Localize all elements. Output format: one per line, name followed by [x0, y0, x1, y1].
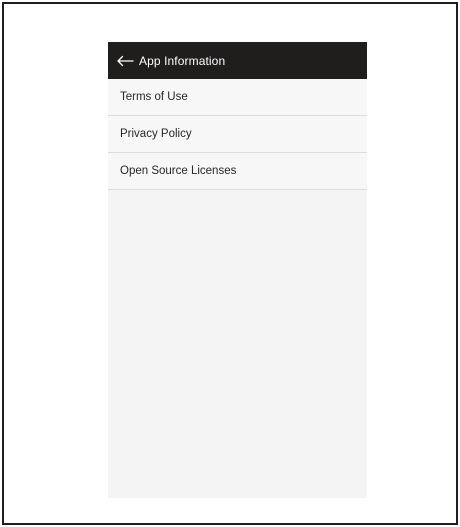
- app-bar: App Information: [108, 42, 367, 79]
- page-title: App Information: [139, 53, 226, 68]
- open-source-licenses-item[interactable]: Open Source Licenses: [108, 153, 367, 190]
- list-item-label: Privacy Policy: [120, 128, 192, 140]
- arrow-left-icon[interactable]: [116, 54, 134, 68]
- list-item-label: Open Source Licenses: [120, 165, 237, 177]
- screenshot-frame: App Information Terms of Use Privacy Pol…: [2, 2, 458, 525]
- list-item-label: Terms of Use: [120, 91, 188, 103]
- privacy-policy-item[interactable]: Privacy Policy: [108, 116, 367, 153]
- settings-list: Terms of Use Privacy Policy Open Source …: [108, 79, 367, 190]
- app-screen: App Information Terms of Use Privacy Pol…: [108, 42, 367, 498]
- terms-of-use-item[interactable]: Terms of Use: [108, 79, 367, 116]
